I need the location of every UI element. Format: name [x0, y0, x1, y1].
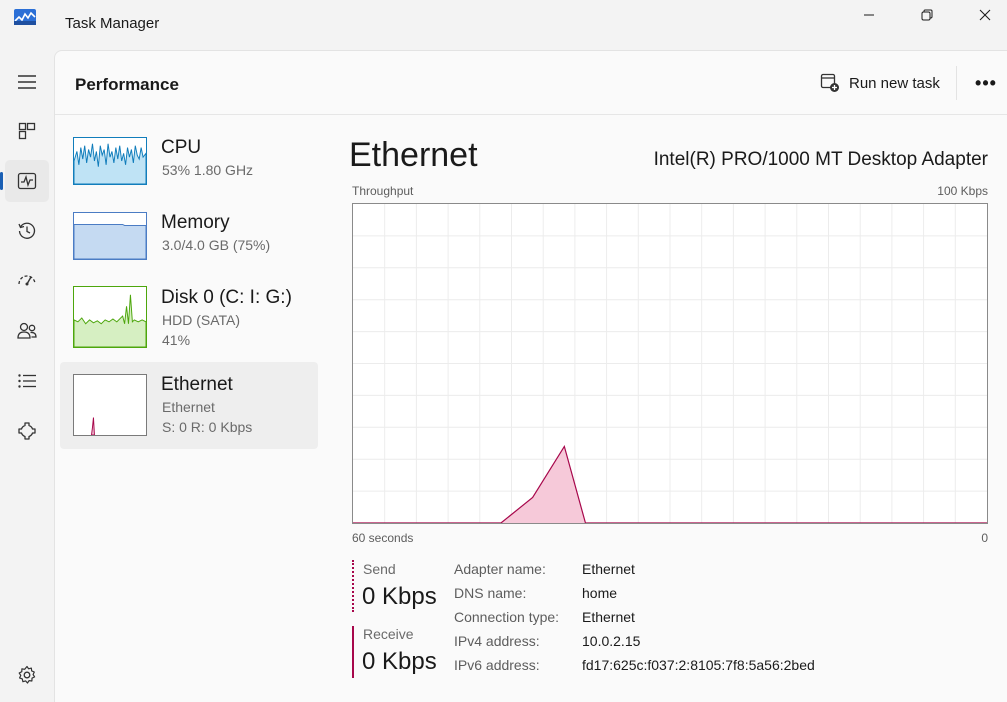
send-indicator-line [352, 560, 354, 612]
active-nav-indicator [0, 172, 3, 190]
services-icon [18, 422, 36, 440]
receive-value: 0 Kbps [362, 648, 437, 675]
max-scale-label: 100 Kbps [937, 184, 988, 198]
sidebar-item-throughput: S: 0 R: 0 Kbps [162, 419, 253, 435]
run-new-task-icon [820, 73, 839, 92]
close-icon [979, 9, 991, 21]
restore-icon [921, 9, 933, 21]
startup-apps-icon [18, 275, 36, 286]
nav-services[interactable] [5, 410, 49, 452]
ethernet-thumbnail-graph [73, 374, 147, 436]
more-options-button[interactable]: ••• [970, 68, 1002, 98]
throughput-graph [352, 203, 988, 524]
info-value: fd17:625c:f037:2:8105:7f8:5a56:2bed [582, 657, 815, 673]
receive-label: Receive [363, 626, 414, 642]
minimize-icon [864, 14, 874, 16]
nav-users[interactable] [5, 310, 49, 352]
info-key: Connection type: [454, 609, 560, 625]
receive-indicator-line [352, 626, 354, 678]
app-history-icon [18, 222, 36, 239]
send-value: 0 Kbps [362, 583, 437, 610]
sidebar-item-ethernet[interactable]: Ethernet Ethernet S: 0 R: 0 Kbps [60, 362, 318, 449]
header-separator [55, 114, 1007, 115]
info-value: Ethernet [582, 561, 635, 577]
graph-grid [353, 204, 987, 523]
settings-icon [18, 665, 36, 684]
close-button[interactable] [956, 0, 1007, 30]
header-divider [956, 66, 957, 100]
nav-startup-apps[interactable] [5, 260, 49, 302]
sidebar-item-name: CPU [161, 137, 202, 158]
hamburger-menu-icon [18, 75, 36, 89]
sidebar-item-detail: HDD (SATA) [162, 312, 241, 328]
adapter-name-heading: Intel(R) PRO/1000 MT Desktop Adapter [653, 149, 988, 170]
restore-button[interactable] [898, 0, 956, 30]
info-value: home [582, 585, 618, 601]
task-manager-app-icon [14, 9, 36, 25]
title-bar: Task Manager [0, 0, 1007, 50]
time-span-label: 60 seconds [352, 531, 414, 545]
app-title: Task Manager [65, 15, 160, 32]
info-key: IPv4 address: [454, 633, 540, 649]
sidebar-item-detail: Ethernet [162, 399, 215, 415]
nav-settings[interactable] [5, 654, 49, 696]
disk-thumbnail-graph [73, 286, 147, 348]
detail-title: Ethernet [349, 136, 478, 174]
info-key: DNS name: [454, 585, 527, 601]
sidebar-item-memory[interactable]: Memory 3.0/4.0 GB (75%) [60, 205, 318, 277]
nav-details[interactable] [5, 360, 49, 402]
send-label: Send [363, 561, 396, 577]
memory-thumbnail-graph [73, 212, 147, 260]
sidebar-item-usage: 41% [162, 332, 191, 348]
details-icon [18, 374, 36, 388]
sidebar-item-name: Ethernet [161, 374, 233, 395]
hamburger-menu-button[interactable] [5, 61, 49, 103]
nav-performance[interactable] [5, 160, 49, 202]
performance-icon [17, 172, 37, 190]
run-new-task-button[interactable]: Run new task [812, 66, 948, 100]
page-title: Performance [75, 75, 179, 94]
sidebar-item-cpu[interactable]: CPU 53% 1.80 GHz [60, 130, 318, 202]
info-key: Adapter name: [454, 561, 546, 577]
nav-app-history[interactable] [5, 210, 49, 252]
min-scale-label: 0 [981, 531, 988, 545]
nav-processes[interactable] [5, 110, 49, 152]
sidebar-item-disk[interactable]: Disk 0 (C: I: G:) HDD (SATA) 41% [60, 280, 318, 352]
processes-icon [18, 122, 36, 140]
run-new-task-label: Run new task [849, 74, 940, 92]
throughput-label: Throughput [352, 184, 414, 198]
sidebar-item-name: Memory [161, 212, 230, 233]
sidebar-item-detail: 53% 1.80 GHz [162, 162, 254, 178]
more-options-icon: ••• [975, 72, 997, 93]
cpu-thumbnail-graph [73, 137, 147, 185]
info-value: 10.0.2.15 [582, 633, 641, 649]
users-icon [17, 322, 37, 339]
sidebar-item-detail: 3.0/4.0 GB (75%) [162, 237, 271, 253]
minimize-button[interactable] [840, 0, 898, 30]
info-value: Ethernet [582, 609, 635, 625]
info-key: IPv6 address: [454, 657, 540, 673]
sidebar-item-name: Disk 0 (C: I: G:) [161, 287, 292, 308]
